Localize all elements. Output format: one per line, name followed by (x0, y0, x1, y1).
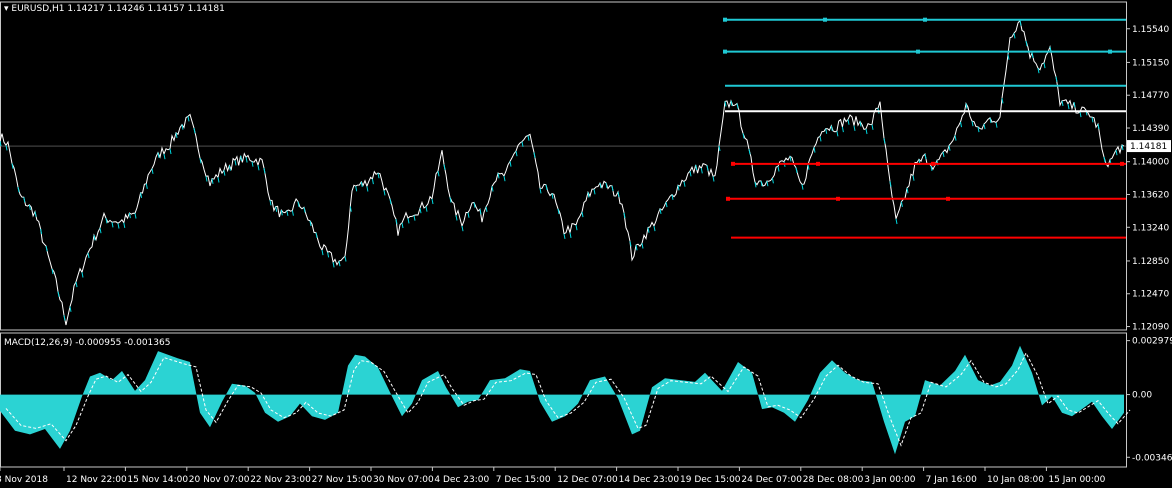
time-tick-label: 19 Dec 15:00 (680, 475, 741, 485)
price-tick-label: 1.12470 (1132, 290, 1169, 300)
chart-window: 1.15540 1.15150 1.14770 1.14390 1.14000 1.136… (0, 0, 1172, 488)
price-tick-label: 1.14770 (1132, 91, 1169, 101)
chart-canvas[interactable]: 1.15540 1.15150 1.14770 1.14390 1.14000 1.136… (0, 0, 1172, 488)
level-anchor (836, 196, 840, 201)
macd-label: MACD(12,26,9) -0.000955 -0.001365 (4, 338, 170, 348)
level-anchor (823, 17, 827, 22)
time-tick-label: 3 Jan 00:00 (864, 475, 916, 485)
price-series (0, 19, 1126, 326)
price-tick-label: 1.14000 (1132, 158, 1169, 168)
price-bull-ticks (0, 20, 1124, 321)
axes: 1.15540 1.15150 1.14770 1.14390 1.14000 1.136… (0, 25, 1172, 485)
level-anchor (1108, 49, 1112, 54)
time-tick-label: 10 Jan 08:00 (987, 475, 1044, 485)
macd-tick-label: -0.003463 (1132, 453, 1172, 463)
time-tick-label: 15 Jan 00:00 (1048, 475, 1105, 485)
time-tick-label: 7 Dec 15:00 (496, 475, 551, 485)
time-tick-label: 27 Nov 15:00 (312, 475, 373, 485)
current-price-label: 1.14181 (1130, 142, 1167, 152)
level-anchor (946, 196, 950, 201)
level-anchor (931, 161, 935, 166)
level-anchor (923, 17, 927, 22)
price-tick-label: 1.12090 (1132, 323, 1169, 333)
level-anchor (723, 17, 727, 22)
price-tick-label: 1.12850 (1132, 257, 1169, 267)
time-tick-label: 8 Nov 2018 (0, 475, 48, 485)
time-tick-label: 20 Nov 07:00 (189, 475, 250, 485)
level-anchor (723, 49, 727, 54)
horizontal-levels (723, 17, 1126, 239)
time-tick-label: 12 Nov 22:00 (66, 475, 127, 485)
time-tick-label: 14 Dec 23:00 (619, 475, 680, 485)
level-anchor (731, 161, 735, 166)
time-tick-label: 30 Nov 07:00 (373, 475, 434, 485)
time-tick-label: 24 Dec 07:00 (741, 475, 802, 485)
level-anchor (916, 49, 920, 54)
price-tick-label: 1.15540 (1132, 25, 1169, 35)
macd-tick-label: 0.00 (1132, 391, 1152, 401)
level-anchor (726, 196, 730, 201)
macd-histogram (0, 345, 1124, 455)
macd-indicator (0, 345, 1131, 455)
price-tick-label: 1.13240 (1132, 223, 1169, 233)
symbol-header: ▾ EURUSD,H1 1.14217 1.14246 1.14157 1.14… (4, 4, 225, 14)
price-tick-label: 1.15150 (1132, 58, 1169, 68)
price-tick-label: 1.14390 (1132, 124, 1169, 134)
time-tick-label: 15 Nov 14:00 (127, 475, 188, 485)
time-tick-label: 28 Dec 08:00 (803, 475, 864, 485)
time-tick-label: 4 Dec 23:00 (434, 475, 489, 485)
time-tick-label: 7 Jan 16:00 (926, 475, 978, 485)
macd-tick-label: 0.002979 (1132, 337, 1172, 347)
price-tick-label: 1.13620 (1132, 190, 1169, 200)
level-anchor (1120, 161, 1124, 166)
time-tick-label: 12 Dec 07:00 (557, 475, 618, 485)
price-line (0, 19, 1125, 326)
time-tick-label: 22 Nov 23:00 (250, 475, 311, 485)
level-anchor (816, 161, 820, 166)
